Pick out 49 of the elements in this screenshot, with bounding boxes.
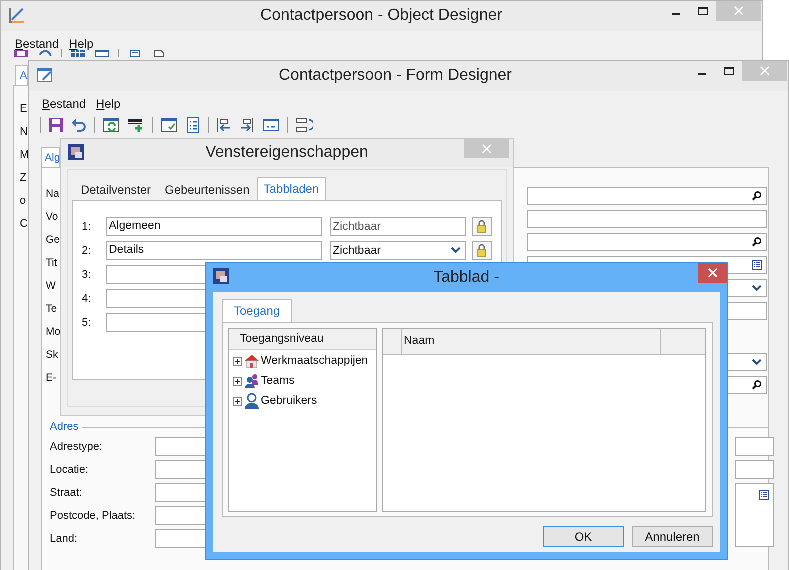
tab[interactable]: Detailvenster — [74, 179, 158, 200]
row-number: 1: — [81, 220, 92, 232]
group-title: Adres — [50, 421, 79, 433]
window-title: Tabblad - — [434, 268, 500, 286]
list-item[interactable]: Z — [20, 172, 29, 187]
field-label: Locatie: — [50, 464, 90, 476]
input-field[interactable]: Algemeen — [106, 217, 322, 236]
row-number: 3: — [81, 268, 92, 280]
field-label: Na — [46, 187, 60, 202]
field-label: Ge — [46, 233, 60, 248]
dialog-button[interactable]: OK — [543, 526, 624, 547]
tab[interactable]: Gebeurtenissen — [158, 179, 257, 200]
menu-item[interactable]: Bestand — [42, 97, 86, 111]
input-field[interactable]: Details — [106, 241, 322, 260]
field-label: E- — [46, 371, 56, 386]
row-number: 2: — [81, 244, 92, 256]
menu-item[interactable]: Help — [69, 37, 94, 51]
tree-item[interactable]: Gebruikers — [261, 395, 318, 407]
menu-item[interactable]: Help — [96, 97, 121, 111]
field-label: Mo — [46, 325, 61, 340]
field-label: Sk — [46, 348, 58, 363]
dialog-button[interactable]: Annuleren — [632, 526, 713, 547]
field-label: Adrestype: — [50, 440, 104, 452]
field-label: Vo — [46, 210, 58, 225]
field-label: Te — [46, 302, 58, 317]
window-title: Venstereigenschappen — [206, 144, 368, 162]
tab[interactable]: Toegang — [222, 299, 292, 322]
field-label: W — [46, 279, 56, 294]
field-label: Land: — [50, 532, 79, 544]
menu-item[interactable]: Bestand — [15, 37, 60, 51]
window-title: Contactpersoon - Form Designer — [279, 67, 512, 85]
tab[interactable]: A — [15, 65, 28, 85]
row-number: 5: — [81, 316, 92, 328]
list-item[interactable]: C — [20, 218, 29, 233]
field-label: Postcode, Plaats: — [50, 510, 137, 522]
list-item[interactable]: N — [20, 126, 29, 141]
dropdown[interactable]: Zichtbaar — [330, 241, 466, 260]
list-item[interactable]: o — [20, 195, 29, 210]
tab[interactable]: Alg — [41, 147, 60, 167]
tree-item[interactable]: Teams — [261, 375, 295, 387]
list-item[interactable]: E — [20, 103, 29, 118]
row-number: 4: — [81, 292, 92, 304]
input-field[interactable]: Zichtbaar — [330, 217, 466, 236]
window-title: Contactpersoon - Object Designer — [260, 7, 502, 25]
tree-item[interactable]: Werkmaatschappijen — [261, 355, 368, 367]
column-header[interactable]: Toegangsniveau — [229, 329, 376, 350]
field-label: Straat: — [50, 486, 84, 498]
field-label: Tit — [46, 256, 58, 271]
tab[interactable]: Tabbladen — [256, 177, 326, 200]
